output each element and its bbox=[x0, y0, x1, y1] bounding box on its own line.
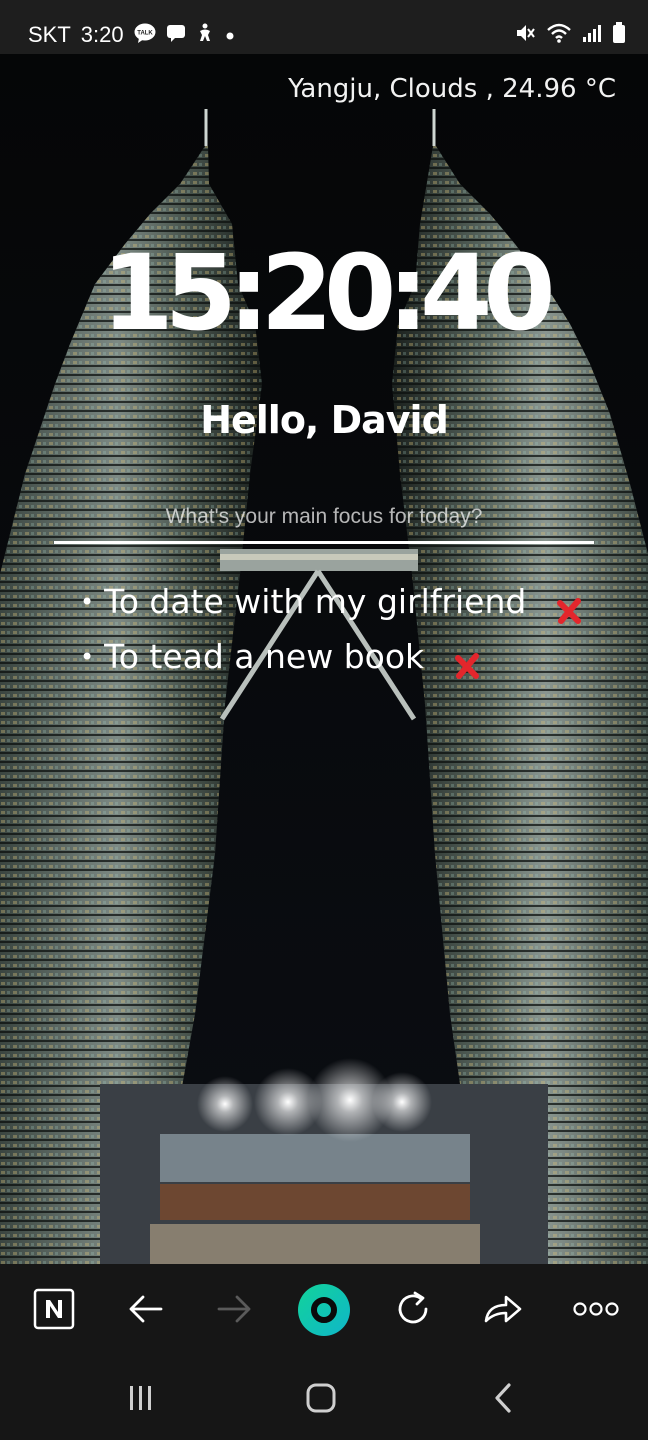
greeting-text: Hello, David bbox=[200, 398, 449, 442]
recent-apps-icon[interactable] bbox=[119, 1376, 163, 1420]
share-icon[interactable] bbox=[478, 1284, 528, 1334]
refresh-icon[interactable] bbox=[388, 1284, 438, 1334]
signal-icon bbox=[582, 23, 602, 47]
wifi-icon bbox=[546, 22, 572, 48]
more-dots-icon[interactable] bbox=[566, 1284, 626, 1334]
message-icon bbox=[166, 23, 186, 48]
carrier-label: SKT bbox=[28, 22, 71, 47]
naver-n-icon[interactable] bbox=[29, 1284, 79, 1334]
weather-label: Yangju, Clouds , 24.96 °C bbox=[288, 74, 616, 104]
status-bar: SKT 3:20 TALK bbox=[0, 0, 648, 54]
todo-item: • To tead a new book bbox=[80, 637, 482, 679]
todo-bullet: • bbox=[80, 642, 95, 671]
system-nav-bar bbox=[0, 1354, 648, 1440]
todo-item: • To date with my girlfriend bbox=[80, 582, 584, 624]
forward-arrow-icon[interactable] bbox=[210, 1284, 260, 1334]
clock-display: 15:20:40 bbox=[101, 232, 555, 354]
delete-x-icon[interactable] bbox=[556, 594, 584, 624]
talk-icon: TALK bbox=[134, 23, 156, 48]
notification-dot-icon bbox=[224, 23, 236, 47]
podium-building bbox=[100, 1058, 548, 1264]
back-nav-icon[interactable] bbox=[481, 1376, 525, 1420]
mute-icon bbox=[514, 22, 536, 48]
todo-bullet: • bbox=[80, 587, 95, 616]
todo-text: To tead a new book bbox=[104, 637, 425, 676]
home-icon[interactable] bbox=[299, 1376, 343, 1420]
battery-icon bbox=[612, 22, 626, 48]
delete-x-icon[interactable] bbox=[454, 649, 482, 679]
status-bar-left: SKT 3:20 TALK bbox=[28, 20, 236, 50]
green-circle-icon[interactable] bbox=[296, 1282, 352, 1338]
talk-badge-text: TALK bbox=[137, 30, 153, 36]
back-arrow-icon[interactable] bbox=[120, 1284, 170, 1334]
status-bar-right bbox=[514, 22, 626, 48]
focus-input[interactable] bbox=[54, 492, 594, 544]
accessibility-icon bbox=[196, 23, 214, 48]
browser-toolbar bbox=[0, 1264, 648, 1354]
status-time: 3:20 bbox=[80, 22, 124, 47]
todo-text: To date with my girlfriend bbox=[104, 582, 527, 621]
